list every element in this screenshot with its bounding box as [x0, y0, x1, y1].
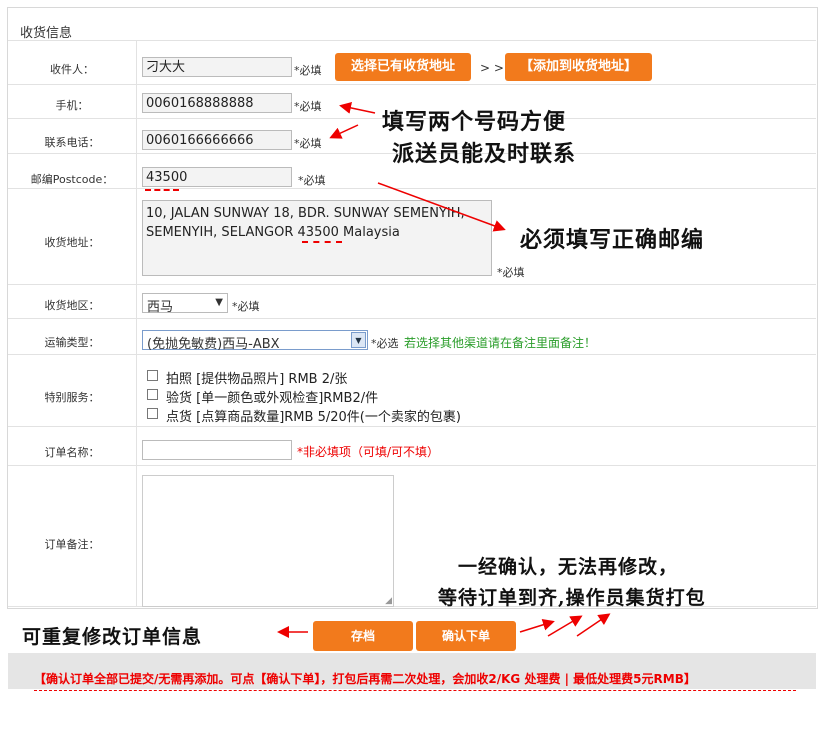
postcode-input[interactable]: 43500 [142, 167, 292, 187]
shipping-select[interactable]: (免抛免敏费)西马-ABX ▼ [142, 330, 368, 352]
row-divider [8, 84, 816, 85]
address-line-1: 10, JALAN SUNWAY 18, BDR. SUNWAY SEMENYI… [146, 206, 465, 221]
phone-input[interactable]: 0060168888888 [142, 93, 292, 113]
recipient-required: *必填 [294, 64, 322, 77]
inspect-checkbox[interactable] [147, 389, 158, 400]
annotation-postcode: 必须填写正确邮编 [520, 227, 705, 253]
region-required: *必填 [232, 300, 260, 313]
add-address-button[interactable]: 【添加到收货地址】 [505, 53, 652, 81]
annotation-confirm-1: 一经确认，无法再修改， [458, 556, 679, 578]
tel-required: *必填 [294, 137, 322, 150]
order-name-label: 订单名称： [44, 446, 100, 459]
row-divider [8, 354, 816, 355]
arrow-from-confirm-1 [519, 618, 555, 633]
address-postcode-underline [302, 241, 342, 243]
annotation-save: 可重复修改订单信息 [22, 626, 203, 648]
section-title: 收货信息 [20, 26, 73, 41]
annotation-confirm-2: 等待订单到齐,操作员集货打包 [438, 587, 706, 609]
row-divider [8, 318, 816, 319]
region-select[interactable]: 西马 ▼ [142, 293, 228, 315]
annotation-phones-1: 填写两个号码方便 [382, 109, 567, 135]
address-line-2a: SEMENYIH, SELANGOR [146, 225, 298, 240]
column-divider [136, 40, 137, 606]
arrow-from-confirm-3 [576, 613, 611, 637]
address-line-2: SEMENYIH, SELANGOR 43500 Malaysia [146, 223, 488, 242]
row-divider [8, 188, 816, 189]
recipient-label: 收件人： [50, 63, 94, 76]
shipping-hint: 若选择其他渠道请在备注里面备注！ [404, 336, 597, 350]
region-value: 西马 [147, 300, 174, 315]
postcode-required: *必填 [298, 174, 326, 187]
annotation-phones-2: 派送员能及时联系 [392, 141, 577, 167]
chevron-down-icon: ▼ [215, 297, 223, 308]
chevron-down-icon: ▼ [351, 332, 366, 348]
count-service-label: 点货 [点算商品数量]RMB 5/20件(一个卖家的包裹) [166, 410, 461, 425]
phone-label: 手机： [55, 99, 89, 112]
order-name-input[interactable] [142, 440, 292, 460]
row-divider [8, 284, 816, 285]
address-required: *必填 [497, 266, 525, 279]
shipping-label: 运输类型： [44, 336, 100, 349]
resize-handle-icon: ◢ [385, 596, 392, 606]
order-note-textarea[interactable]: ◢ [142, 475, 394, 607]
arrow-from-confirm-2 [547, 615, 583, 637]
notice-underline [34, 690, 796, 691]
address-line-2c: Malaysia [338, 225, 400, 240]
phone-required: *必填 [294, 100, 322, 113]
photo-checkbox[interactable] [147, 370, 158, 381]
shipping-required: *必选 [371, 337, 399, 350]
tel-input[interactable]: 0060166666666 [142, 130, 292, 150]
inspect-service-label: 验货 [单一颜色或外观检查]RMB2/件 [166, 391, 379, 406]
postcode-underline [145, 189, 179, 191]
arrows-text: > > [480, 61, 504, 75]
notice-text: 【确认订单全部已提交/无需再添加。可点【确认下单】，打包后再需二次处理，会加收2… [34, 672, 696, 686]
photo-service-label: 拍照 [提供物品照片] RMB 2/张 [166, 372, 348, 387]
row-divider [8, 426, 816, 427]
save-button[interactable]: 存档 [313, 621, 413, 651]
shipping-value: (免抛免敏费)西马-ABX [147, 337, 280, 352]
address-textarea[interactable]: 10, JALAN SUNWAY 18, BDR. SUNWAY SEMENYI… [142, 200, 492, 276]
order-note-label: 订单备注： [44, 538, 100, 551]
address-label: 收货地址： [44, 236, 100, 249]
region-label: 收货地区： [44, 299, 100, 312]
services-label: 特别服务： [44, 391, 100, 404]
select-address-button[interactable]: 选择已有收货地址 [335, 53, 471, 81]
tel-label: 联系电话： [44, 136, 100, 149]
recipient-input[interactable]: 刁大大 [142, 57, 292, 77]
row-divider [8, 465, 816, 466]
address-postcode: 43500 [297, 225, 339, 240]
order-name-hint: *非必填项（可填/可不填） [297, 445, 440, 459]
row-divider [8, 40, 816, 41]
postcode-label: 邮编Postcode： [30, 173, 114, 186]
confirm-order-button[interactable]: 确认下单 [416, 621, 516, 651]
count-checkbox[interactable] [147, 408, 158, 419]
